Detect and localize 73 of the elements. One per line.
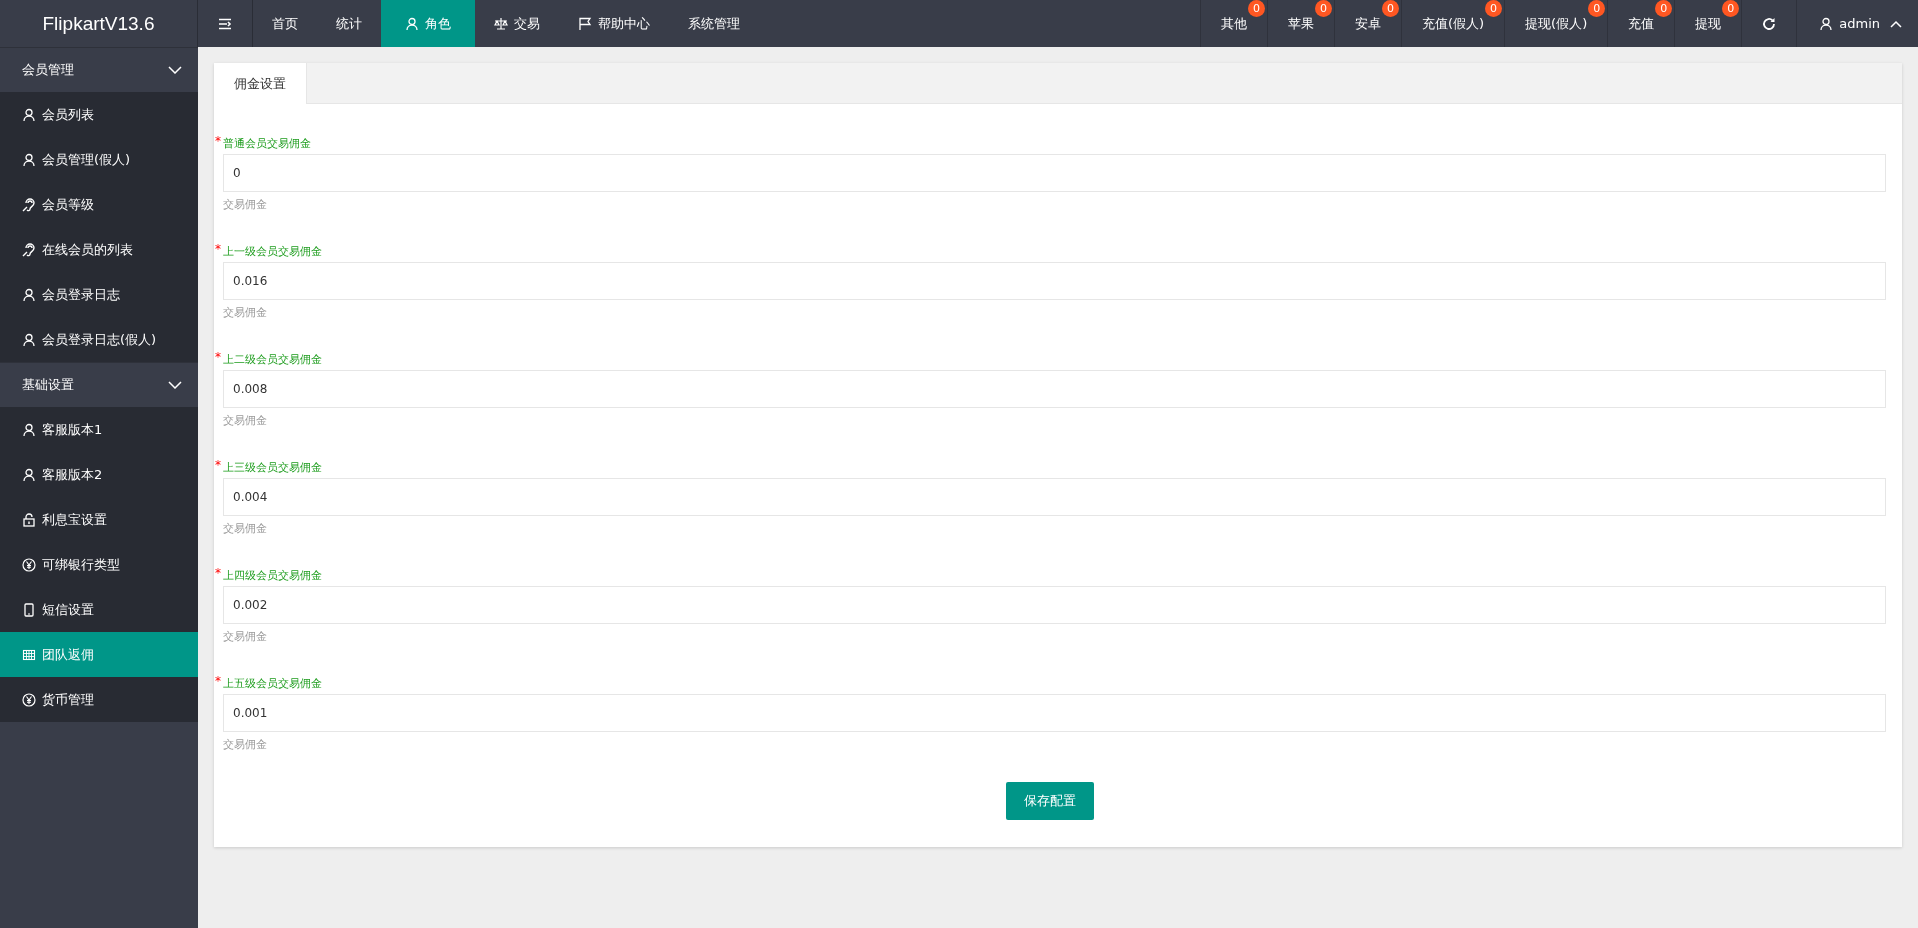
- tab[interactable]: 佣金设置: [214, 63, 307, 104]
- required-mark: *: [214, 674, 222, 688]
- required-mark: *: [214, 458, 222, 472]
- required-mark: *: [214, 566, 222, 580]
- sidebar-item[interactable]: 会员管理(假人): [0, 137, 198, 182]
- count-badge: 0: [1655, 0, 1673, 17]
- field-label: 普通会员交易佣金: [223, 136, 311, 152]
- count-badge: 0: [1722, 0, 1740, 17]
- user-icon: [22, 107, 36, 122]
- nav-tab[interactable]: 统计: [317, 0, 381, 47]
- caret-icon: [1890, 19, 1902, 28]
- user-icon: [22, 287, 36, 302]
- flag-icon: [578, 16, 592, 31]
- nav-tab[interactable]: 系统管理: [669, 0, 759, 47]
- sidebar-item[interactable]: 在线会员的列表: [0, 227, 198, 272]
- yen-icon: [22, 692, 36, 707]
- ear-icon: [22, 197, 36, 212]
- sidebar-item[interactable]: 客服版本2: [0, 452, 198, 497]
- user-icon: [22, 467, 36, 482]
- input-field[interactable]: 0.008: [223, 370, 1886, 408]
- count-badge: 0: [1314, 0, 1332, 17]
- sidebar-item[interactable]: 货币管理: [0, 677, 198, 722]
- input-field[interactable]: 0: [223, 154, 1886, 192]
- sidebar-item[interactable]: 可绑银行类型: [0, 542, 198, 587]
- user-menu[interactable]: admin: [1796, 0, 1918, 47]
- menu-icon: [218, 17, 232, 30]
- input-field[interactable]: 0.001: [223, 694, 1886, 732]
- sidebar-item[interactable]: 会员登录日志(假人): [0, 317, 198, 362]
- grid-icon: [22, 647, 36, 662]
- sidebar-item[interactable]: 团队返佣: [0, 632, 198, 677]
- input-field[interactable]: 0.016: [223, 262, 1886, 300]
- sidebar-item[interactable]: 利息宝设置: [0, 497, 198, 542]
- input-field[interactable]: 0.004: [223, 478, 1886, 516]
- user-icon: [1819, 16, 1834, 31]
- field-hint: 交易佣金: [223, 413, 268, 427]
- field-hint: 交易佣金: [223, 197, 268, 211]
- user-icon: [22, 152, 36, 167]
- sidebar-item[interactable]: 会员列表: [0, 92, 198, 137]
- yen-icon: [22, 557, 36, 572]
- required-mark: *: [214, 350, 222, 364]
- save-button[interactable]: 保存配置: [1006, 782, 1094, 820]
- field-hint: 交易佣金: [223, 629, 268, 643]
- required-mark: *: [214, 242, 222, 256]
- count-badge: 0: [1247, 0, 1265, 17]
- ear-icon: [22, 242, 36, 257]
- refresh-icon: [1762, 16, 1777, 31]
- sidebar-item[interactable]: 会员等级: [0, 182, 198, 227]
- scale-icon: [494, 16, 508, 31]
- field-hint: 交易佣金: [223, 521, 268, 535]
- count-badge: 0: [1485, 0, 1503, 17]
- field-label: 上四级会员交易佣金: [223, 568, 322, 584]
- nav-tab[interactable]: 角色: [381, 0, 475, 47]
- phone-icon: [22, 602, 36, 617]
- count-badge: 0: [1588, 0, 1606, 17]
- user-icon: [22, 332, 36, 347]
- field-label: 上三级会员交易佣金: [223, 460, 322, 476]
- required-mark: *: [214, 134, 222, 148]
- field-label: 上二级会员交易佣金: [223, 352, 322, 368]
- field-label: 上五级会员交易佣金: [223, 676, 322, 692]
- field-hint: 交易佣金: [223, 305, 268, 319]
- nav-tab[interactable]: 交易: [475, 0, 559, 47]
- sidebar-item[interactable]: 短信设置: [0, 587, 198, 632]
- sidebar-item[interactable]: 客服版本1: [0, 407, 198, 452]
- field-hint: 交易佣金: [223, 737, 268, 751]
- input-field[interactable]: 0.002: [223, 586, 1886, 624]
- count-badge: 0: [1381, 0, 1399, 17]
- field-label: 上一级会员交易佣金: [223, 244, 322, 260]
- nav-tab[interactable]: 首页: [253, 0, 317, 47]
- sidebar-item[interactable]: 会员登录日志: [0, 272, 198, 317]
- user-icon: [22, 422, 36, 437]
- user-icon: [405, 16, 419, 31]
- lock-icon: [22, 512, 36, 527]
- nav-tab[interactable]: 帮助中心: [559, 0, 669, 47]
